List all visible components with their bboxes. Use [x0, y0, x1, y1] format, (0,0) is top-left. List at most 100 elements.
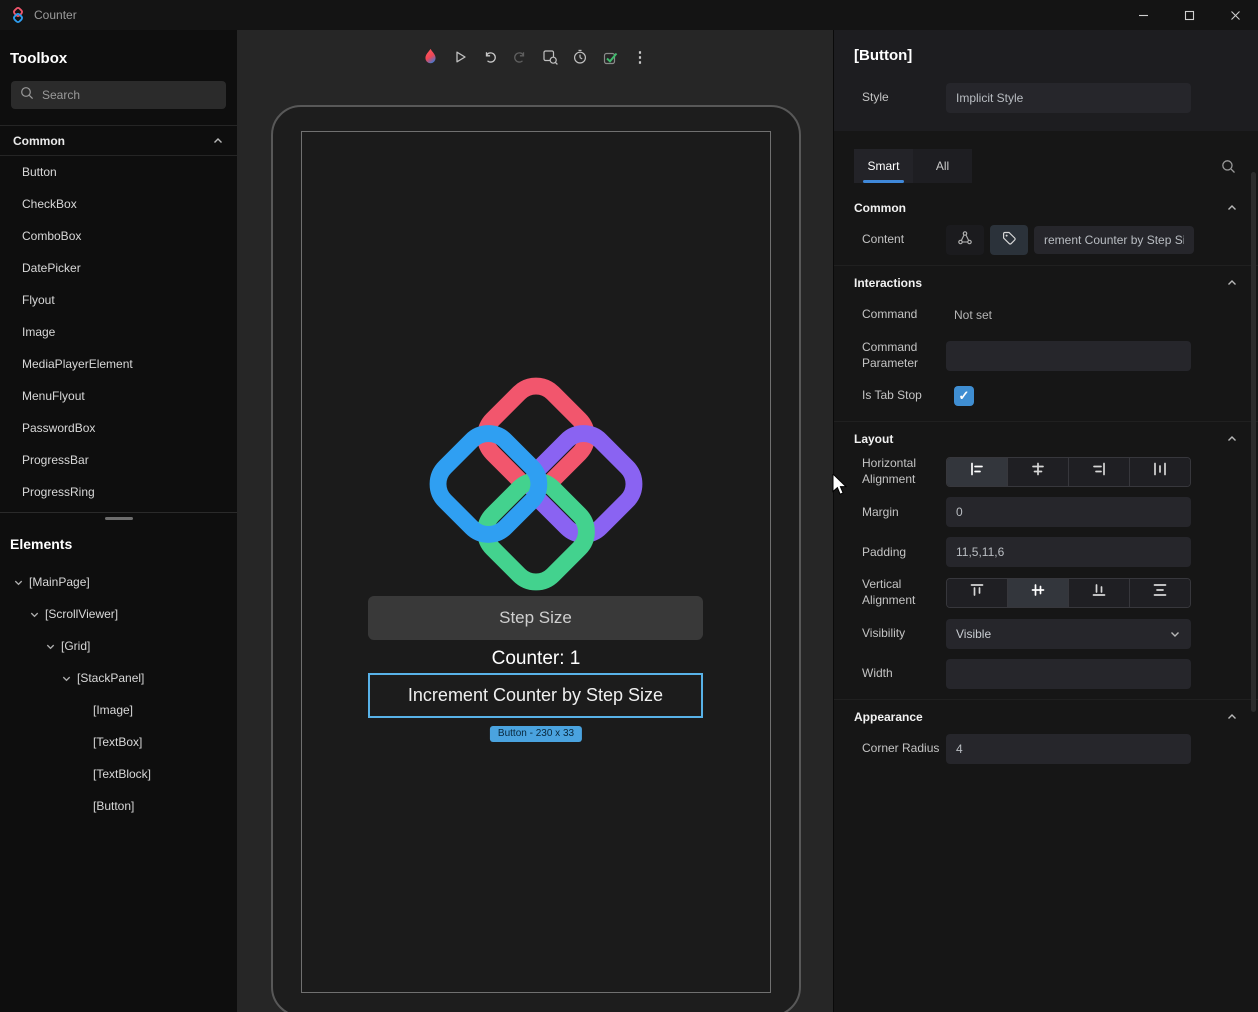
section-layout-header[interactable]: Layout [834, 422, 1258, 456]
hot-reload-flame-icon[interactable] [418, 45, 442, 69]
align-right-button[interactable] [1069, 457, 1130, 486]
tree-item-grid[interactable]: [Grid] [0, 630, 237, 662]
tree-item-label: [MainPage] [29, 575, 90, 589]
tree-item-image[interactable]: [Image] [0, 694, 237, 726]
binding-mode-button[interactable] [946, 225, 984, 255]
command-parameter-label: Command Parameter [862, 340, 919, 370]
play-icon[interactable] [448, 45, 472, 69]
tree-item-textbox[interactable]: [TextBox] [0, 726, 237, 758]
uno-platform-logo[interactable] [427, 375, 645, 598]
validation-status-icon[interactable] [598, 45, 622, 69]
inspect-element-icon[interactable] [538, 45, 562, 69]
tab-smart[interactable]: Smart [854, 149, 913, 183]
literal-value-button[interactable] [990, 225, 1028, 255]
toolbox-item-checkbox[interactable]: CheckBox [0, 188, 237, 220]
section-appearance: Appearance Corner Radius [834, 698, 1258, 764]
align-bottom-button[interactable] [1069, 578, 1130, 607]
redo-icon[interactable] [508, 45, 532, 69]
section-title: Appearance [854, 709, 923, 724]
toolbox-item-progressbar[interactable]: ProgressBar [0, 444, 237, 476]
toolbox-item-datepicker[interactable]: DatePicker [0, 252, 237, 284]
timer-icon[interactable] [568, 45, 592, 69]
stretch-v-icon [1152, 582, 1168, 603]
chevron-down-icon[interactable] [42, 638, 58, 654]
close-button[interactable] [1212, 0, 1258, 30]
command-value[interactable]: Not set [946, 308, 992, 322]
tree-item-stackpanel[interactable]: [StackPanel] [0, 662, 237, 694]
toolbox-item-progressring[interactable]: ProgressRing [0, 476, 237, 508]
properties-search-icon[interactable] [1214, 152, 1242, 180]
design-canvas: ⋮ Step Size Counter: 1 Increment Counter… [237, 30, 833, 1012]
is-tab-stop-checkbox[interactable]: ✓ [954, 386, 974, 407]
toolbox-list: Button CheckBox ComboBox DatePicker Flyo… [0, 156, 237, 508]
toolbox-item-combobox[interactable]: ComboBox [0, 220, 237, 252]
padding-input[interactable] [946, 537, 1191, 568]
tree-item-textblock[interactable]: [TextBlock] [0, 758, 237, 790]
align-center-v-icon [1030, 582, 1046, 603]
section-title: Common [854, 201, 906, 215]
chevron-down-icon[interactable] [26, 606, 42, 622]
stretch-h-icon [1152, 461, 1168, 482]
style-input[interactable] [946, 83, 1191, 113]
chevron-up-icon[interactable] [1226, 202, 1238, 214]
chevron-up-icon[interactable] [1226, 277, 1238, 289]
chevron-up-icon[interactable] [1226, 711, 1238, 723]
toolbox-section-common[interactable]: Common [0, 125, 237, 156]
preview-increment-button[interactable]: Increment Counter by Step Size [368, 673, 703, 718]
search-input[interactable] [42, 88, 217, 102]
align-center-v-button[interactable] [1008, 578, 1069, 607]
app-logo-icon [10, 7, 26, 23]
chevron-down-icon[interactable] [58, 670, 74, 686]
margin-input[interactable] [946, 497, 1191, 528]
selected-element-title: [Button] [854, 47, 913, 64]
toolbox-item-passwordbox[interactable]: PasswordBox [0, 412, 237, 444]
elements-title: Elements [10, 536, 73, 552]
section-interactions-header[interactable]: Interactions [834, 266, 1258, 300]
chevron-down-icon[interactable] [10, 574, 26, 590]
align-center-h-button[interactable] [1008, 457, 1069, 486]
toolbox-item-button[interactable]: Button [0, 156, 237, 188]
sidebar-splitter[interactable] [0, 512, 237, 526]
tree-item-mainpage[interactable]: [MainPage] [0, 566, 237, 598]
margin-label: Margin [862, 504, 899, 519]
preview-step-size-textbox[interactable]: Step Size [368, 596, 703, 640]
tree-item-label: [Button] [93, 799, 135, 813]
tree-item-scrollviewer[interactable]: [ScrollViewer] [0, 598, 237, 630]
horizontal-alignment-segmented [946, 456, 1191, 487]
preview-counter-textblock[interactable]: Counter: 1 [302, 648, 770, 670]
toolbox-item-image[interactable]: Image [0, 316, 237, 348]
stretch-v-button[interactable] [1130, 578, 1190, 607]
section-common-header[interactable]: Common [834, 191, 1258, 225]
device-frame: Step Size Counter: 1 Increment Counter b… [271, 105, 801, 1012]
toolbox-title: Toolbox [10, 50, 68, 67]
toolbox-search[interactable] [11, 81, 226, 109]
scrollbar-thumb[interactable] [1251, 172, 1256, 712]
tree-item-label: [StackPanel] [77, 671, 145, 685]
command-parameter-input[interactable] [946, 340, 1191, 371]
chevron-up-icon[interactable] [1226, 433, 1238, 445]
content-input[interactable] [1034, 226, 1194, 254]
toolbox-item-menuflyout[interactable]: MenuFlyout [0, 380, 237, 412]
stretch-h-button[interactable] [1130, 457, 1190, 486]
command-label: Command [862, 307, 918, 322]
undo-icon[interactable] [478, 45, 502, 69]
align-top-button[interactable] [947, 578, 1008, 607]
visibility-select[interactable]: Visible [946, 618, 1191, 649]
section-layout: Layout Horizontal Alignment Margin 0 Pad… [834, 421, 1258, 689]
width-input[interactable] [946, 658, 1191, 689]
section-common: Common Content [834, 191, 1258, 255]
tree-item-button[interactable]: [Button] [0, 790, 237, 822]
tab-all[interactable]: All [913, 149, 972, 183]
align-left-button[interactable] [947, 457, 1008, 486]
toolbox-item-flyout[interactable]: Flyout [0, 284, 237, 316]
chevron-up-icon[interactable] [212, 135, 224, 147]
toolbox-item-mediaplayerelement[interactable]: MediaPlayerElement [0, 348, 237, 380]
checkmark-icon: ✓ [958, 388, 970, 404]
corner-radius-input[interactable] [946, 733, 1191, 764]
minimize-button[interactable] [1120, 0, 1166, 30]
more-options-icon[interactable]: ⋮ [628, 45, 652, 69]
property-tabs: Smart All [854, 149, 1242, 183]
section-appearance-header[interactable]: Appearance [834, 700, 1258, 734]
maximize-button[interactable] [1166, 0, 1212, 30]
